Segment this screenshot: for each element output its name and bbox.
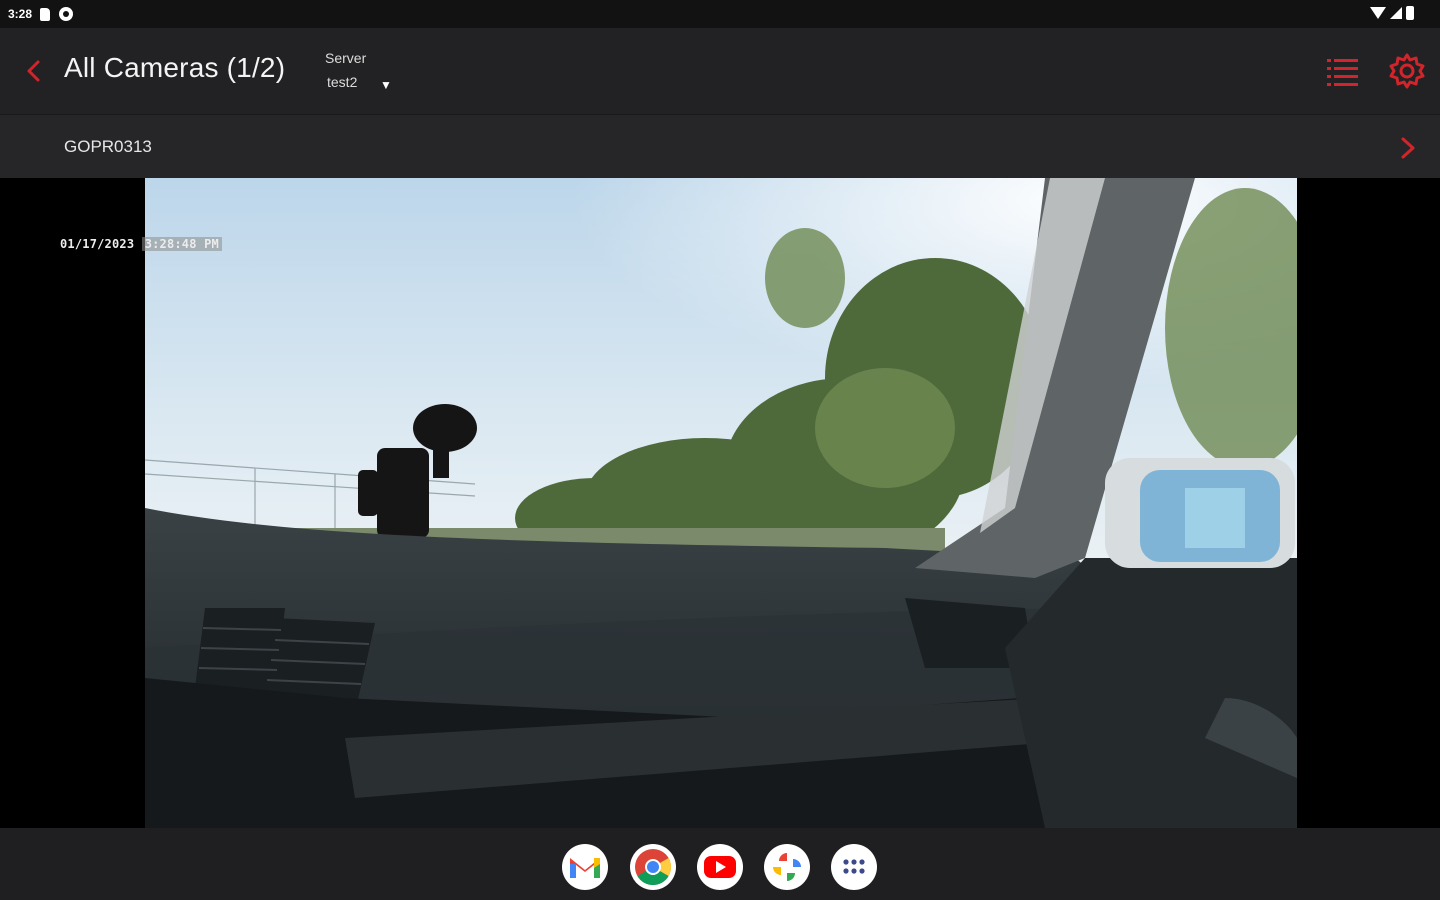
chevron-right-icon bbox=[1401, 137, 1415, 159]
status-right-cluster bbox=[1370, 6, 1414, 20]
status-bar: 3:28 bbox=[0, 0, 1440, 28]
battery-icon bbox=[1406, 6, 1414, 20]
chevron-left-icon bbox=[27, 60, 40, 82]
list-icon bbox=[1327, 59, 1358, 86]
app-drawer-icon[interactable] bbox=[831, 844, 877, 890]
clip-row[interactable]: GOPR0313 bbox=[0, 114, 1440, 179]
next-clip-button[interactable] bbox=[1396, 135, 1420, 161]
list-view-button[interactable] bbox=[1324, 54, 1360, 88]
gear-icon bbox=[1389, 53, 1425, 89]
server-value: test2 bbox=[327, 74, 358, 90]
sd-card-icon bbox=[40, 7, 51, 21]
youtube-icon[interactable] bbox=[697, 844, 743, 890]
page-title: All Cameras (1/2) bbox=[64, 52, 286, 83]
server-label: Server bbox=[325, 50, 367, 66]
status-time: 3:28 bbox=[8, 7, 33, 21]
wifi-icon bbox=[1370, 7, 1386, 19]
video-player[interactable]: 01/17/2023 3:28:48 PM bbox=[0, 178, 1440, 828]
clip-name: GOPR0313 bbox=[64, 137, 152, 156]
signal-icon bbox=[1390, 7, 1402, 19]
back-button[interactable] bbox=[20, 56, 50, 86]
app-header: All Cameras (1/2) Server test2 ▼ bbox=[0, 28, 1440, 114]
photos-icon[interactable] bbox=[764, 844, 810, 890]
dropdown-arrow-icon: ▼ bbox=[380, 78, 392, 92]
app-dock bbox=[0, 828, 1440, 900]
timestamp-time: 3:28:48 PM bbox=[141, 237, 222, 251]
server-dropdown[interactable]: Server test2 ▼ bbox=[325, 50, 415, 96]
timestamp-date: 01/17/2023 bbox=[60, 237, 135, 251]
settings-notification-icon bbox=[59, 7, 74, 21]
video-frame[interactable] bbox=[145, 178, 1297, 828]
video-timestamp: 01/17/2023 3:28:48 PM bbox=[60, 237, 222, 251]
gmail-icon[interactable] bbox=[562, 844, 608, 890]
chrome-icon[interactable] bbox=[630, 844, 676, 890]
dashcam-video-image bbox=[145, 178, 1297, 828]
settings-button[interactable] bbox=[1388, 52, 1426, 90]
